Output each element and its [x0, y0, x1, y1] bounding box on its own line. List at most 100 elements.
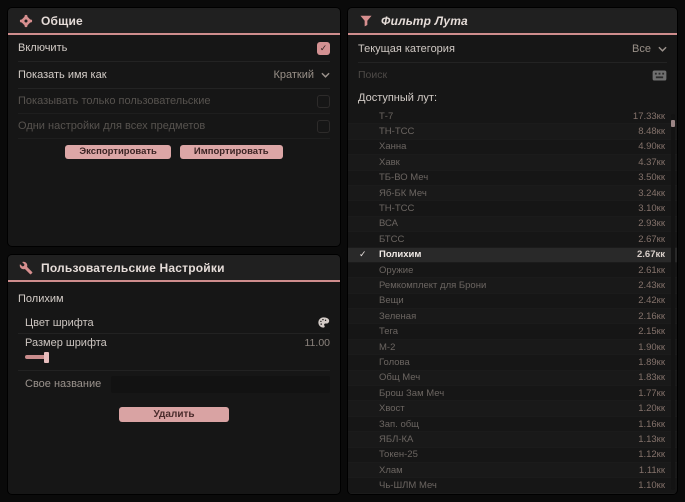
loot-list-item[interactable]: ✓ ТБ-ВО Меч 3.50кк [348, 171, 677, 186]
loot-list-item[interactable]: ✓ М-2 1.90кк [348, 339, 677, 356]
custom-name-input[interactable] [111, 375, 330, 393]
export-button[interactable]: Экспортировать [65, 145, 171, 159]
loot-list-item[interactable]: ✓ Т-7 17.33кк [348, 109, 677, 125]
loot-list-item[interactable]: ✓ Яб-БК Меч 3.24кк [348, 185, 677, 202]
loot-item-name: Полихим [379, 249, 422, 261]
loot-item-name: М-2 [379, 341, 396, 353]
loot-item-name: БТСС [379, 233, 405, 245]
loot-item-value: 1.90кк [638, 341, 665, 353]
enable-checkbox[interactable]: ✓ [317, 41, 330, 55]
import-button[interactable]: Импортировать [179, 145, 283, 159]
loot-item-name: Тега [379, 326, 399, 338]
loot-item-value: 8.48кк [638, 126, 665, 138]
category-value: Все [632, 42, 651, 55]
loot-item-value: 3.10кк [638, 203, 665, 215]
loot-item-value: 1.83кк [638, 372, 665, 384]
palette-icon[interactable] [317, 316, 330, 329]
loot-item-name: Хавк [379, 156, 400, 168]
loot-list-item[interactable]: ✓ Вещи 2.42кк [348, 294, 677, 310]
loot-item-value: 1.20кк [638, 403, 665, 415]
loot-list-item[interactable]: ✓ ТН-ТСС 3.10кк [348, 201, 677, 217]
loot-item-value: 2.93кк [638, 218, 665, 230]
loot-list-item[interactable]: ✓ ЯБЛ-КА 1.13кк [348, 432, 677, 448]
loot-list-item[interactable]: ✓ Полихим 2.67кк [348, 247, 677, 263]
loot-list-item[interactable]: ✓ Брош Зам Меч 1.77кк [348, 386, 677, 402]
keyboard-icon[interactable] [652, 69, 667, 81]
gear-icon [19, 14, 33, 28]
show-name-value: Краткий [273, 69, 314, 81]
general-panel: Общие Включить ✓ Показать имя как Кратки… [8, 8, 340, 246]
general-panel-title: Общие [41, 13, 83, 28]
loot-list-item[interactable]: ✓ Зеленая 2.16кк [348, 309, 677, 325]
loot-list-item[interactable]: ✓ Голова 1.89кк [348, 355, 677, 371]
loot-list-item[interactable]: ✓ ТН-ТСС 8.48кк [348, 124, 677, 140]
loot-item-name: ТБ-ВО Меч [379, 172, 429, 184]
font-size-slider-wrap [18, 352, 330, 371]
custom-settings-header: Пользовательские Настройки [8, 255, 340, 282]
left-column: Общие Включить ✓ Показать имя как Кратки… [8, 8, 340, 494]
check-icon: ✓ [319, 42, 328, 53]
category-row: Текущая категория Все [358, 35, 667, 63]
loot-list-item[interactable]: ✓ Зап. общ 1.16кк [348, 417, 677, 433]
slider-thumb[interactable] [44, 352, 49, 363]
loot-item-value: 2.67кк [638, 233, 665, 245]
loot-item-name: Вещи [379, 295, 404, 307]
loot-item-name: Оружие [379, 264, 414, 276]
font-size-slider[interactable] [25, 352, 49, 363]
loot-item-value: 2.61кк [638, 264, 665, 276]
loot-list-item[interactable]: ✓ Ханна 4.90кк [348, 140, 677, 156]
loot-item-value: 1.16кк [638, 418, 665, 430]
enable-label: Включить [18, 42, 68, 54]
loot-item-value: 1.11кк [638, 464, 665, 476]
loot-list-item[interactable]: ✓ Токен-25 1.12кк [348, 448, 677, 463]
chevron-down-icon [321, 72, 330, 78]
loot-item-name: Чь-ШЛМ Меч [379, 480, 437, 492]
font-size-value: 11.00 [304, 337, 331, 349]
loot-list-item[interactable]: ✓ Хвост 1.20кк [348, 401, 677, 417]
loot-item-name: ВСА [379, 218, 399, 230]
font-color-label: Цвет шрифта [25, 316, 94, 329]
loot-list-item[interactable]: ✓ Оружие 2.61кк [348, 263, 677, 279]
loot-item-name: Общ Меч [379, 372, 421, 384]
loot-list-item[interactable]: ✓ Общ Меч 1.83кк [348, 370, 677, 387]
loot-item-value: 1.77кк [638, 387, 665, 399]
loot-item-value: 4.90кк [638, 141, 665, 153]
same-settings-row: Одни настройки для всех предметов [18, 114, 330, 139]
loot-list-item[interactable]: ✓ Ремкомплект для Брони 2.43кк [348, 278, 677, 294]
loot-item-name: Т-7 [379, 110, 394, 122]
mod-config-screen: Общие Включить ✓ Показать имя как Кратки… [0, 0, 685, 502]
show-name-label: Показать имя как [18, 69, 107, 81]
loot-item-value: 1.89кк [638, 356, 665, 368]
custom-name-row: Свое название [18, 371, 330, 397]
loot-item-name: Хлам [379, 464, 403, 476]
loot-item-value: 3.24кк [638, 187, 665, 199]
loot-list-item[interactable]: ✓ Чь-ШЛМ Меч 1.10кк [348, 478, 677, 494]
loot-item-value: 17.33кк [632, 110, 665, 122]
loot-item-value: 2.42кк [638, 295, 665, 307]
scrollbar-thumb[interactable] [671, 120, 675, 127]
loot-item-name: Ханна [379, 141, 407, 153]
loot-list: ✓ Т-7 17.33кк ✓ ТН-ТСС 8.48кк ✓ Ханна 4.… [348, 109, 677, 494]
loot-filter-header: Фильтр Лута [348, 8, 677, 35]
loot-item-name: Ремкомплект для Брони [379, 279, 487, 291]
show-name-dropdown[interactable]: Краткий [273, 69, 330, 81]
search-input[interactable] [358, 69, 652, 81]
custom-settings-content: Полихим Цвет шрифта Размер шрифта 11.00 … [8, 282, 340, 430]
only-custom-checkbox [317, 94, 330, 108]
category-dropdown[interactable]: Все [632, 43, 667, 55]
loot-item-value: 3.50кк [638, 172, 665, 184]
loot-list-item[interactable]: ✓ Тега 2.15кк [348, 324, 677, 340]
custom-name-label: Свое название [25, 378, 102, 390]
loot-item-value: 4.37кк [638, 156, 665, 168]
export-import-row: Экспортировать Импортировать [18, 145, 330, 159]
custom-settings-panel: Пользовательские Настройки Полихим Цвет … [8, 255, 340, 494]
loot-list-scrollbar[interactable] [671, 114, 675, 490]
loot-item-value: 2.15кк [638, 326, 665, 338]
search-row [358, 63, 667, 87]
loot-list-item[interactable]: ✓ ВСА 2.93кк [348, 216, 677, 233]
loot-list-item[interactable]: ✓ Хлам 1.11кк [348, 462, 677, 479]
delete-button[interactable]: Удалить [119, 407, 229, 422]
loot-list-item[interactable]: ✓ БТСС 2.67кк [348, 232, 677, 248]
loot-list-item[interactable]: ✓ Хавк 4.37кк [348, 155, 677, 171]
loot-item-name: Брош Зам Меч [379, 387, 445, 399]
